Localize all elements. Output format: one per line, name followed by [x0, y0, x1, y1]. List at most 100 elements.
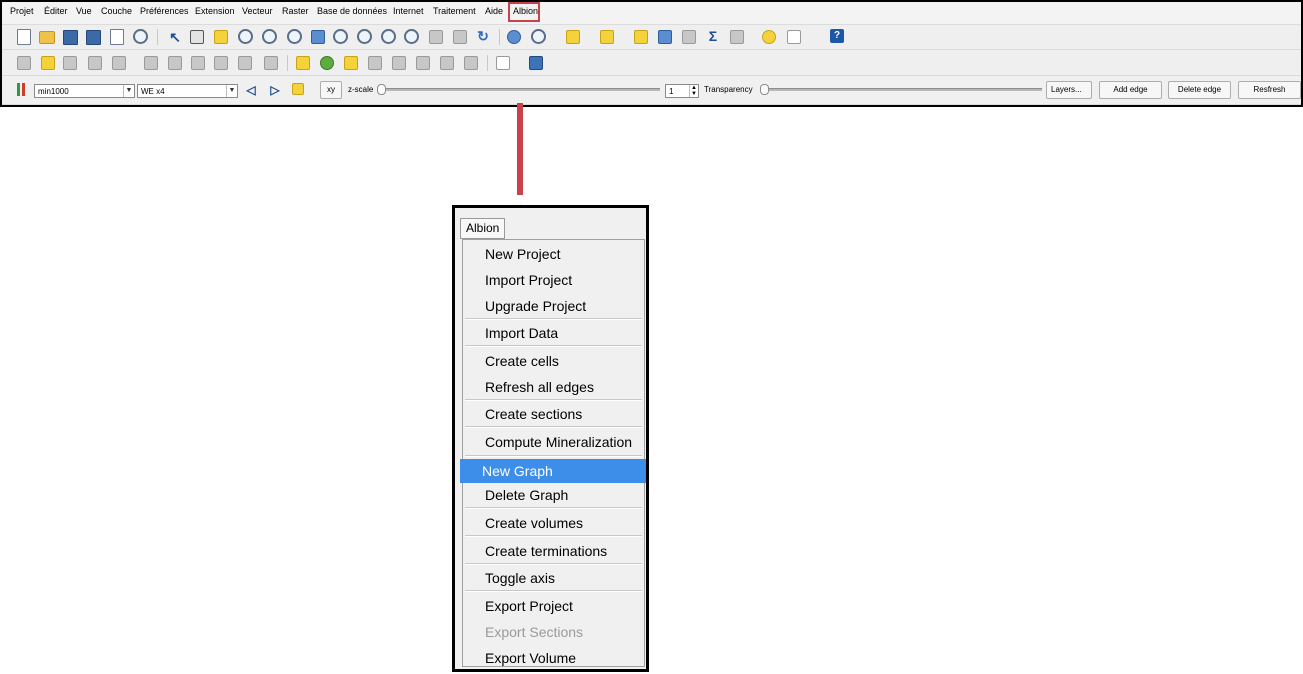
pencil-icon[interactable]: [41, 56, 55, 70]
menu-raster[interactable]: Raster: [282, 6, 309, 16]
menu-item-new-project[interactable]: New Project: [463, 242, 644, 266]
albion-menu-title[interactable]: Albion: [460, 218, 506, 239]
new-print-composer-icon[interactable]: [110, 29, 124, 45]
pin-labels-icon[interactable]: [320, 56, 334, 70]
layers-button[interactable]: Layers...: [1046, 81, 1092, 99]
menu-projet[interactable]: Projet: [10, 6, 34, 16]
menu-item-create-sections[interactable]: Create sections: [463, 402, 644, 426]
menu-item-delete-graph[interactable]: Delete Graph: [463, 483, 644, 507]
menu-internet[interactable]: Internet: [393, 6, 424, 16]
previous-section-icon[interactable]: ◁: [243, 82, 259, 98]
show-hide-labels-icon[interactable]: [344, 56, 358, 70]
paste-features-icon[interactable]: [214, 56, 228, 70]
menu-item-import-data[interactable]: Import Data: [463, 321, 644, 345]
open-project-icon[interactable]: [39, 31, 55, 44]
label-properties-icon[interactable]: [440, 56, 454, 70]
menu-item-export-project[interactable]: Export Project: [463, 594, 644, 618]
spin-arrows-icon[interactable]: ▲ ▼: [689, 85, 698, 97]
csw-icon[interactable]: [496, 56, 510, 70]
zoom-in-icon[interactable]: [238, 29, 253, 44]
zscale-slider[interactable]: [379, 88, 660, 91]
cut-features-icon[interactable]: [168, 56, 182, 70]
map-tips-icon[interactable]: [762, 30, 776, 44]
zoom-full-icon[interactable]: [311, 30, 325, 44]
menu-item-toggle-axis[interactable]: Toggle axis: [463, 566, 644, 590]
menu-traitement[interactable]: Traitement: [433, 6, 476, 16]
zscale-slider-handle[interactable]: [377, 84, 386, 95]
albion-logo-icon: [17, 83, 20, 96]
sum-icon[interactable]: Σ: [705, 28, 721, 44]
pan-to-selection-icon[interactable]: [214, 30, 228, 44]
move-label-icon[interactable]: [368, 56, 382, 70]
copy-features-icon[interactable]: [191, 56, 205, 70]
menu-item-refresh-all-edges[interactable]: Refresh all edges: [463, 375, 644, 399]
zoom-to-selection-icon[interactable]: [333, 29, 348, 44]
pan-icon[interactable]: [190, 30, 204, 44]
transparency-slider-handle[interactable]: [760, 84, 769, 95]
field-calculator-icon[interactable]: [682, 30, 696, 44]
label-diagram-icon[interactable]: [464, 56, 478, 70]
attribute-table-icon[interactable]: [658, 30, 672, 44]
zoom-out-icon[interactable]: [262, 29, 277, 44]
measure-line-icon[interactable]: [730, 30, 744, 44]
rotate-label-icon[interactable]: [392, 56, 406, 70]
menu-item-create-volumes[interactable]: Create volumes: [463, 511, 644, 535]
save-project-icon[interactable]: [63, 30, 78, 45]
menu-item-upgrade-project[interactable]: Upgrade Project: [463, 294, 644, 318]
menu-item-compute-mineralization[interactable]: Compute Mineralization: [463, 430, 644, 454]
composer-manager-icon[interactable]: [133, 29, 148, 44]
add-feature-icon[interactable]: [88, 56, 102, 70]
graph-combo[interactable]: min1000 ▼: [34, 84, 135, 98]
menu-item-create-cells[interactable]: Create cells: [463, 349, 644, 373]
delete-edge-button[interactable]: Delete edge: [1168, 81, 1231, 99]
add-edge-button[interactable]: Add edge: [1099, 81, 1162, 99]
zoom-next-icon[interactable]: [404, 29, 419, 44]
select-by-expression-icon[interactable]: [566, 30, 580, 44]
menu-extension[interactable]: Extension: [195, 6, 235, 16]
next-section-icon[interactable]: ▷: [267, 82, 283, 98]
menu-vue[interactable]: Vue: [76, 6, 92, 16]
zoom-to-layer-icon[interactable]: [357, 29, 372, 44]
node-tool-icon[interactable]: [112, 56, 126, 70]
new-project-icon[interactable]: [17, 29, 31, 45]
label-icon[interactable]: [296, 56, 310, 70]
menu-preferences[interactable]: Préférences: [140, 6, 189, 16]
section-combo[interactable]: WE x4 ▼: [137, 84, 238, 98]
menu-vecteur[interactable]: Vecteur: [242, 6, 273, 16]
select-features-icon[interactable]: [531, 29, 546, 44]
chevron-down-icon: ▼: [123, 85, 134, 97]
touch-zoom-icon[interactable]: ↖: [167, 29, 183, 45]
save-as-icon[interactable]: [86, 30, 101, 45]
transparency-slider[interactable]: [762, 88, 1042, 91]
zoom-native-icon[interactable]: [287, 29, 302, 44]
menu-aide[interactable]: Aide: [485, 6, 503, 16]
statistics-icon[interactable]: [634, 30, 648, 44]
menu-base-de-donnees[interactable]: Base de données: [317, 6, 387, 16]
zoom-last-icon[interactable]: [381, 29, 396, 44]
delete-selected-icon[interactable]: [144, 56, 158, 70]
help-icon[interactable]: ?: [830, 29, 844, 43]
identify-icon[interactable]: [507, 30, 521, 44]
refresh-button[interactable]: Resfresh: [1238, 81, 1301, 99]
text-annotation-icon[interactable]: [787, 30, 801, 44]
redo-icon[interactable]: [264, 56, 278, 70]
line-select-icon[interactable]: [292, 83, 304, 95]
menu-item-create-terminations[interactable]: Create terminations: [463, 539, 644, 563]
menu-couche[interactable]: Couche: [101, 6, 132, 16]
menu-item-import-project[interactable]: Import Project: [463, 268, 644, 292]
menu-item-export-volume[interactable]: Export Volume: [463, 646, 644, 670]
xy-button[interactable]: xy: [320, 81, 342, 99]
undo-icon[interactable]: [238, 56, 252, 70]
menu-separator: [465, 590, 642, 592]
new-bookmark-icon[interactable]: [429, 30, 443, 44]
menu-item-new-graph[interactable]: New Graph: [460, 459, 646, 483]
refresh-icon[interactable]: ↻: [475, 28, 491, 44]
python-icon[interactable]: [529, 56, 543, 70]
save-edits-icon[interactable]: [63, 56, 77, 70]
digitize-icon[interactable]: [17, 56, 31, 70]
measure-icon[interactable]: [600, 30, 614, 44]
zscale-spinbox[interactable]: 1 ▲ ▼: [665, 84, 699, 98]
show-bookmarks-icon[interactable]: [453, 30, 467, 44]
menu-editer[interactable]: Éditer: [44, 6, 68, 16]
change-label-icon[interactable]: [416, 56, 430, 70]
